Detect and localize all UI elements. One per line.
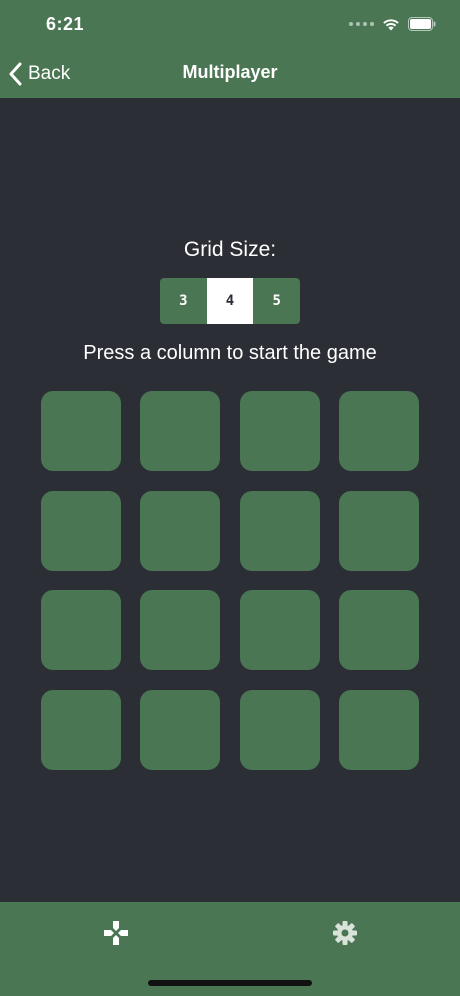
board-cell[interactable] [140,689,221,770]
board-cell[interactable] [41,391,121,471]
gamepad-icon [104,921,128,945]
tab-settings[interactable] [330,918,360,948]
board-cell[interactable] [41,689,121,770]
grid-size-option-5[interactable]: 5 [253,278,300,324]
header: 6:21 Back Multiplayer [0,0,460,98]
board-cell[interactable] [239,391,320,471]
board-cell[interactable] [239,490,320,571]
page-title: Multiplayer [182,62,278,82]
board-cell[interactable] [338,590,419,670]
board-cell[interactable] [338,490,419,571]
grid-size-label: Grid Size: [183,238,277,261]
board-cell[interactable] [140,590,221,670]
wifi-icon [383,19,399,31]
battery-icon [408,17,436,31]
board-cell[interactable] [338,689,419,770]
status-time: 6:21 [46,14,85,34]
board-cell[interactable] [239,590,320,670]
board-cell[interactable] [140,490,221,571]
home-indicator [148,980,312,986]
instruction-text: Press a column to start the game [83,342,377,364]
status-icons [349,16,436,32]
board-cell[interactable] [41,490,121,571]
cellular-signal-icon [349,22,374,26]
grid-size-option-4[interactable]: 4 [206,278,254,324]
board-cell[interactable] [338,391,419,471]
navigation-bar: Back Multiplayer [0,48,460,98]
board-cell[interactable] [41,590,121,670]
tab-game[interactable] [101,918,131,948]
status-bar: 6:21 [0,0,460,48]
board-cell[interactable] [140,391,221,471]
board-cell[interactable] [239,689,320,770]
game-board [41,391,419,770]
grid-size-option-3[interactable]: 3 [160,278,207,324]
grid-size-selector: 3 4 5 [160,278,300,324]
gear-icon [333,921,357,945]
